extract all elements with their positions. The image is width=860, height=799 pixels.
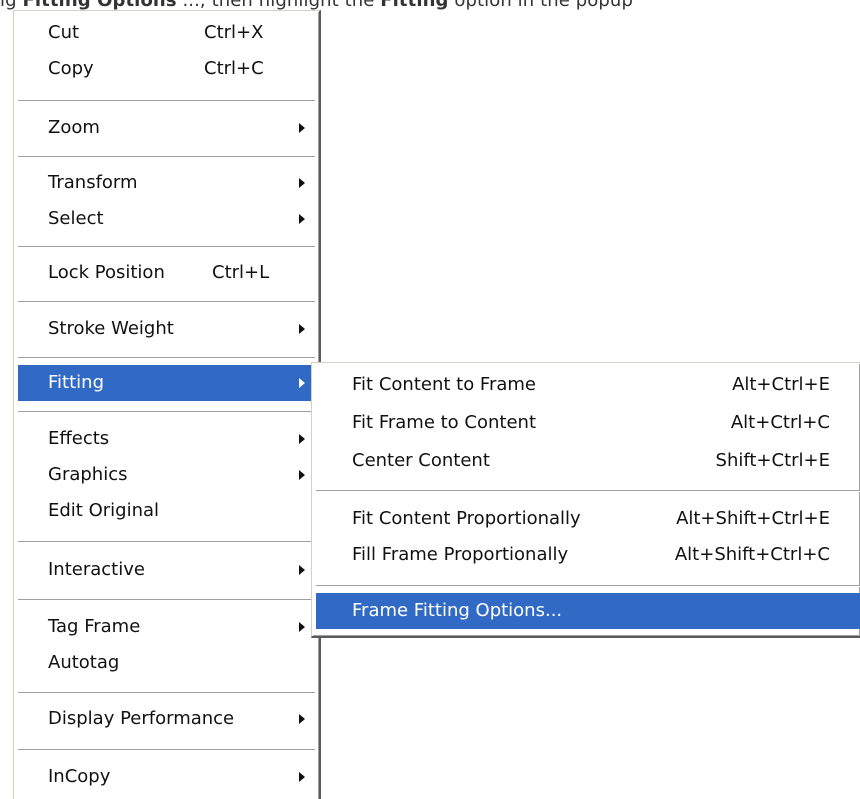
menu-item-label: Zoom bbox=[48, 117, 100, 138]
menu-item-shortcut: Ctrl+C bbox=[204, 58, 264, 79]
menu-separator bbox=[18, 541, 315, 543]
menu-separator bbox=[18, 692, 315, 694]
submenu-arrow-icon bbox=[299, 622, 305, 632]
menu-item-fitting[interactable]: Fitting bbox=[18, 365, 315, 401]
menu-item-copy[interactable]: Copy Ctrl+C bbox=[18, 51, 315, 87]
menu-item-transform[interactable]: Transform bbox=[18, 165, 315, 201]
menu-item-label: Fitting bbox=[48, 372, 104, 393]
menu-item-shortcut: Ctrl+X bbox=[204, 22, 264, 43]
menu-item-shortcut: Ctrl+L bbox=[212, 262, 270, 283]
submenu-item-fill-frame-proportionally[interactable]: Fill Frame Proportionally Alt+Shift+Ctrl… bbox=[316, 537, 860, 573]
menu-item-zoom[interactable]: Zoom bbox=[18, 110, 315, 146]
menu-separator bbox=[18, 246, 315, 248]
menu-item-shortcut: Alt+Ctrl+E bbox=[732, 374, 830, 395]
menu-item-graphics[interactable]: Graphics bbox=[18, 457, 315, 493]
menu-separator bbox=[18, 156, 315, 158]
menu-item-effects[interactable]: Effects bbox=[18, 421, 315, 457]
submenu-item-fit-content-to-frame[interactable]: Fit Content to Frame Alt+Ctrl+E bbox=[316, 367, 860, 403]
menu-item-interactive[interactable]: Interactive bbox=[18, 552, 315, 588]
submenu-arrow-icon bbox=[299, 772, 305, 782]
menu-item-label: Transform bbox=[48, 172, 138, 193]
submenu-arrow-icon bbox=[299, 714, 305, 724]
menu-separator bbox=[316, 490, 860, 492]
menu-item-label: Stroke Weight bbox=[48, 318, 174, 339]
menu-item-autotag[interactable]: Autotag bbox=[18, 645, 315, 681]
menu-item-shortcut: Shift+Ctrl+E bbox=[715, 450, 830, 471]
menu-item-label: Edit Original bbox=[48, 500, 160, 521]
menu-item-label: Select bbox=[48, 208, 104, 229]
menu-separator bbox=[18, 100, 315, 102]
submenu-arrow-icon bbox=[299, 123, 305, 133]
submenu-arrow-icon bbox=[299, 565, 305, 575]
menu-item-label: Fit Content Proportionally bbox=[352, 508, 581, 529]
submenu-item-frame-fitting-options[interactable]: Frame Fitting Options... bbox=[316, 593, 860, 629]
menu-item-label: Fit Content to Frame bbox=[352, 374, 537, 395]
menu-item-label: Graphics bbox=[48, 464, 128, 485]
menu-item-label: Autotag bbox=[48, 652, 120, 673]
submenu-arrow-icon bbox=[299, 214, 305, 224]
menu-separator bbox=[316, 585, 860, 587]
submenu-arrow-icon bbox=[299, 470, 305, 480]
menu-item-stroke-weight[interactable]: Stroke Weight bbox=[18, 311, 315, 347]
menu-item-shortcut: Alt+Shift+Ctrl+C bbox=[674, 544, 830, 565]
menu-item-display-performance[interactable]: Display Performance bbox=[18, 701, 315, 737]
menu-item-shortcut: Alt+Shift+Ctrl+E bbox=[676, 508, 830, 529]
menu-item-shortcut: Alt+Ctrl+C bbox=[730, 412, 830, 433]
submenu-arrow-icon bbox=[299, 378, 305, 388]
submenu-arrow-icon bbox=[299, 324, 305, 334]
menu-item-lock-position[interactable]: Lock Position Ctrl+L bbox=[18, 255, 315, 291]
submenu-item-fit-frame-to-content[interactable]: Fit Frame to Content Alt+Ctrl+C bbox=[316, 405, 860, 441]
menu-item-label: Effects bbox=[48, 428, 110, 449]
menu-separator bbox=[18, 301, 315, 303]
menu-item-tag-frame[interactable]: Tag Frame bbox=[18, 609, 315, 645]
menu-item-label: Center Content bbox=[352, 450, 490, 471]
submenu-arrow-icon bbox=[299, 434, 305, 444]
menu-item-label: InCopy bbox=[48, 766, 111, 787]
menu-separator bbox=[18, 411, 315, 413]
menu-item-label: Frame Fitting Options... bbox=[352, 600, 563, 621]
menu-item-label: Tag Frame bbox=[48, 616, 141, 637]
fitting-submenu: Fit Content to Frame Alt+Ctrl+E Fit Fram… bbox=[311, 362, 860, 638]
submenu-item-center-content[interactable]: Center Content Shift+Ctrl+E bbox=[316, 443, 860, 479]
menu-item-label: Copy bbox=[48, 58, 94, 79]
context-menu: Cut Ctrl+X Copy Ctrl+C Zoom Transform Se… bbox=[13, 10, 321, 799]
menu-item-select[interactable]: Select bbox=[18, 201, 315, 237]
menu-item-incopy[interactable]: InCopy bbox=[18, 759, 315, 795]
menu-separator bbox=[18, 599, 315, 601]
menu-separator bbox=[18, 357, 315, 359]
menu-item-label: Fill Frame Proportionally bbox=[352, 544, 569, 565]
menu-item-label: Cut bbox=[48, 22, 80, 43]
menu-item-cut[interactable]: Cut Ctrl+X bbox=[18, 15, 315, 51]
screenshot-stage: ig Fitting Options ..., then highlight t… bbox=[0, 0, 860, 799]
submenu-item-fit-content-proportionally[interactable]: Fit Content Proportionally Alt+Shift+Ctr… bbox=[316, 501, 860, 537]
submenu-arrow-icon bbox=[299, 178, 305, 188]
menu-separator bbox=[18, 749, 315, 751]
menu-item-label: Fit Frame to Content bbox=[352, 412, 537, 433]
menu-item-label: Lock Position bbox=[48, 262, 165, 283]
menu-item-edit-original[interactable]: Edit Original bbox=[18, 493, 315, 529]
menu-item-label: Interactive bbox=[48, 559, 145, 580]
menu-item-label: Display Performance bbox=[48, 708, 235, 729]
